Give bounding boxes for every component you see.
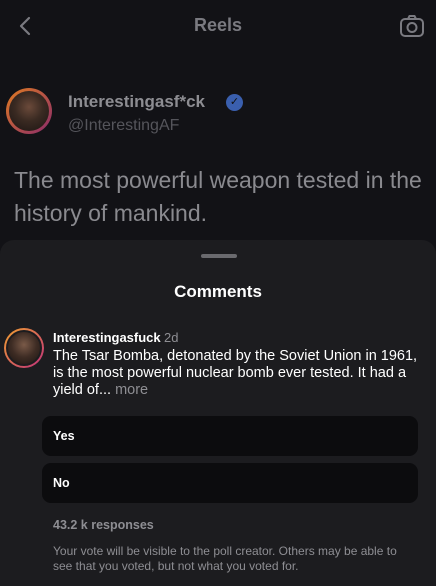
poll-option-label: No	[53, 476, 70, 490]
post-text: The most powerful weapon tested in the h…	[14, 167, 422, 226]
author-handle: @InterestingAF	[68, 117, 180, 134]
poll-responses-count: 43.2 k responses	[53, 518, 154, 532]
poll-option-label: Yes	[53, 429, 75, 443]
verified-badge-icon: ✓	[226, 94, 243, 111]
author-name[interactable]: Interestingasf*ck	[68, 92, 205, 112]
comment-text: The Tsar Bomba, detonated by the Soviet …	[53, 348, 425, 399]
more-link[interactable]: more	[115, 382, 148, 398]
sheet-title: Comments	[174, 282, 262, 301]
poll-privacy-note: Your vote will be visible to the poll cr…	[53, 544, 397, 573]
comment-timestamp: 2d	[164, 330, 179, 345]
comments-sheet: Comments Interestingasfuck 2d The Tsar B…	[0, 240, 436, 586]
sheet-drag-handle[interactable]	[201, 254, 237, 258]
author-avatar[interactable]	[6, 88, 52, 134]
comment-body: The Tsar Bomba, detonated by the Soviet …	[53, 348, 418, 398]
top-bar: Reels	[0, 0, 436, 54]
poll-option-no[interactable]: No	[42, 463, 418, 503]
commenter-username[interactable]: Interestingasfuck	[53, 330, 161, 345]
camera-icon[interactable]	[398, 12, 426, 40]
page-title: Reels	[193, 15, 243, 35]
commenter-avatar[interactable]	[4, 328, 44, 368]
poll-option-yes[interactable]: Yes	[42, 416, 418, 456]
